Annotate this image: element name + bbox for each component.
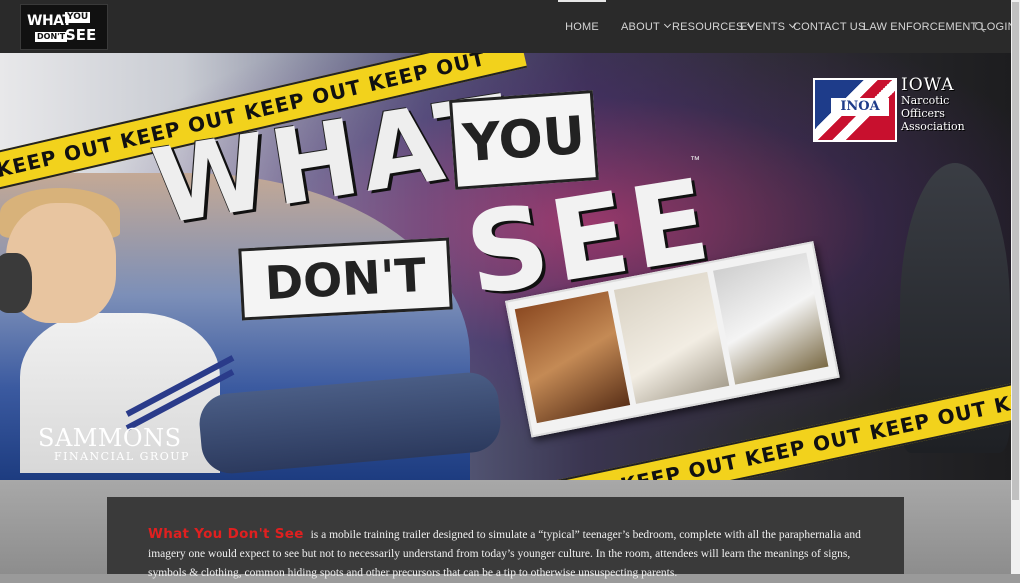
intro-panel: What You Don't See is a mobile training … xyxy=(107,497,904,579)
nav-resources-label: RESOURCES xyxy=(672,21,744,33)
sammons-name: SAMMONS xyxy=(38,424,182,452)
sammons-logo: SAMMONS FINANCIAL GROUP xyxy=(38,426,190,463)
photo-ipod xyxy=(713,252,829,385)
brand-name: What You Don't See xyxy=(148,526,304,542)
iowa-text: IOWA Narcotic Officers Association xyxy=(901,76,965,133)
hero-banner: KEEP OUT KEEP OUT KEEP OUT KEEP OUT WHAT… xyxy=(0,53,1011,480)
nav-events-label: EVENTS xyxy=(740,21,786,33)
nav-about[interactable]: ABOUT xyxy=(621,0,671,53)
title-dont: DON'T xyxy=(238,237,453,321)
intro-section: What You Don't See is a mobile training … xyxy=(0,480,1011,579)
scrollbar-thumb[interactable] xyxy=(1012,2,1019,500)
iowa-narcotic-officers-logo: INOA IOWA Narcotic Officers Association xyxy=(813,76,973,144)
intro-paragraph: What You Don't See is a mobile training … xyxy=(148,525,878,583)
photo-gun xyxy=(514,291,631,424)
association-word: Association xyxy=(901,120,965,133)
iowa-word: IOWA xyxy=(901,75,955,95)
sammons-sub: FINANCIAL GROUP xyxy=(54,450,190,463)
nav-login-label: LAW ENFORCEMENT LOGIN xyxy=(863,21,1016,33)
nav-contact-label: CONTACT US xyxy=(793,21,866,33)
headphones xyxy=(0,253,32,313)
search-icon[interactable] xyxy=(975,22,983,30)
nav-home-label: HOME xyxy=(565,21,599,33)
nav-home[interactable]: HOME xyxy=(558,0,606,55)
nav-events[interactable]: EVENTS xyxy=(740,0,797,53)
officers-word: Officers xyxy=(901,107,945,120)
photo-outlet xyxy=(613,271,730,404)
narcotic-word: Narcotic xyxy=(901,94,950,107)
nav-contact[interactable]: CONTACT US xyxy=(793,0,866,53)
nav-law-enforcement-login[interactable]: LAW ENFORCEMENT LOGIN xyxy=(863,0,1016,53)
scrollbar[interactable] xyxy=(1011,0,1020,574)
nav-about-label: ABOUT xyxy=(621,21,660,33)
site-header: WHAT YOU DON'T SEE HOME ABOUT RESOURCES … xyxy=(0,0,1016,55)
chevron-down-icon xyxy=(663,20,671,29)
inoa-label: INOA xyxy=(831,98,889,116)
main-nav: HOME ABOUT RESOURCES EVENTS CONTACT US L… xyxy=(0,0,1016,55)
trademark-symbol: ™ xyxy=(690,155,700,166)
